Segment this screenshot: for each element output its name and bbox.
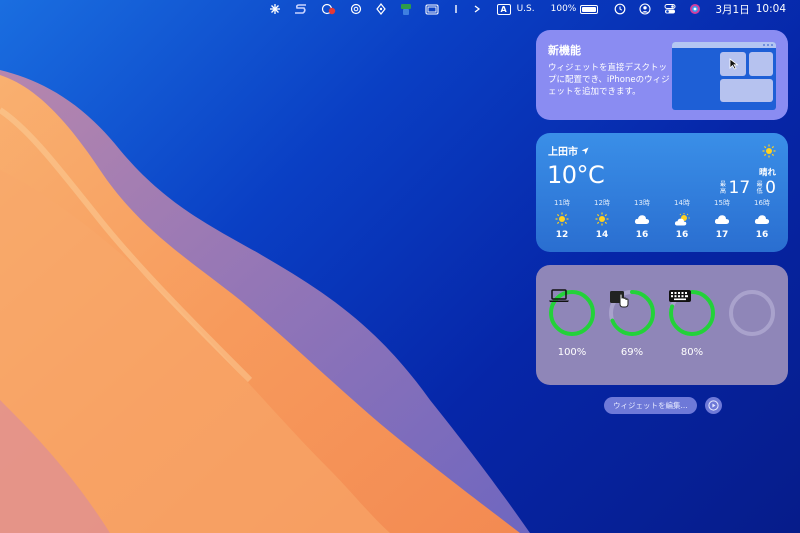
chevron-icon[interactable]	[473, 0, 481, 18]
weather-widget[interactable]: 上田市 10°C 晴れ 最高 17 最低 0 11時 12 12時 14 13時…	[536, 133, 788, 252]
battery-percent: 100%	[557, 347, 587, 358]
battery-item-empty	[728, 289, 776, 385]
s-icon[interactable]	[294, 0, 308, 18]
chatgpt-icon[interactable]	[350, 0, 362, 18]
high-temp: 17	[728, 178, 751, 198]
battery-percent: 80%	[680, 347, 704, 358]
low-label: 最低	[756, 181, 763, 195]
low-temp: 0	[765, 178, 776, 198]
hour-item: 12時 14	[586, 198, 618, 240]
hour-time: 13時	[634, 199, 650, 207]
edit-widgets-row: ウィジェットを編集...	[604, 397, 722, 414]
battery-percent[interactable]: 100%	[551, 0, 577, 18]
battery-ring	[668, 289, 716, 337]
new-features-widget[interactable]: 新機能 ウィジェットを直接デスクトップに配置でき、iPhoneのウィジェットを追…	[536, 30, 788, 120]
menu-bar: A U.S. 100% 3月1日 10:04	[0, 0, 800, 18]
hour-temp: 16	[675, 230, 689, 240]
cloud-icon	[746, 210, 778, 228]
battery-item-trackpad: 69%	[608, 289, 656, 385]
record-icon[interactable]	[321, 0, 337, 18]
hour-temp: 16	[755, 230, 769, 240]
window-icon[interactable]	[425, 0, 439, 18]
new-features-thumbnail	[672, 42, 776, 110]
menubar-time[interactable]: 10:04	[756, 0, 786, 18]
hour-temp: 16	[635, 230, 649, 240]
keyboard-icon	[668, 289, 716, 337]
input-source-badge[interactable]: A	[496, 0, 511, 18]
menubar-date[interactable]: 3月1日	[715, 0, 749, 18]
control-center-icon[interactable]	[664, 0, 676, 18]
battery-item-laptop: 100%	[548, 289, 596, 385]
fan-icon[interactable]	[269, 0, 281, 18]
sun-icon	[546, 210, 578, 228]
hour-item: 11時 12	[546, 198, 578, 240]
time-machine-icon[interactable]	[614, 0, 626, 18]
user-icon[interactable]	[639, 0, 651, 18]
batteries-widget[interactable]: 100% 69% 80%	[536, 265, 788, 385]
hour-time: 11時	[554, 199, 570, 207]
battery-icon[interactable]	[580, 0, 599, 18]
pointer-icon	[729, 58, 739, 70]
hour-temp: 12	[555, 230, 569, 240]
edit-widgets-button[interactable]: ウィジェットを編集...	[604, 397, 697, 414]
sun-icon	[586, 210, 618, 228]
hour-item: 16時 16	[746, 198, 778, 240]
hour-item: 15時 17	[706, 198, 738, 240]
location-arrow-icon	[581, 147, 589, 155]
weather-current-temp: 10°C	[547, 161, 605, 189]
high-label: 最高	[720, 181, 727, 195]
hour-item: 14時 16	[666, 198, 698, 240]
weather-condition: 晴れ	[758, 168, 776, 178]
hour-time: 15時	[714, 199, 730, 207]
laptop-icon	[548, 289, 596, 337]
weather-high-low: 最高 17 最低 0	[720, 178, 776, 198]
hour-temp: 14	[595, 230, 609, 240]
battery-percent: 69%	[620, 347, 644, 358]
hour-time: 16時	[754, 199, 770, 207]
battery-ring	[728, 289, 776, 337]
siri-icon[interactable]	[689, 0, 701, 18]
hour-item: 13時 16	[626, 198, 658, 240]
pen-icon[interactable]	[375, 0, 387, 18]
weather-summary: 晴れ 最高 17 最低 0	[720, 143, 776, 198]
battery-item-keyboard: 80%	[668, 289, 716, 385]
play-icon[interactable]	[704, 397, 722, 414]
new-features-description: ウィジェットを直接デスクトップに配置でき、iPhoneのウィジェットを追加できま…	[548, 63, 670, 97]
trackpad-icon	[608, 289, 656, 337]
cursor-icon[interactable]	[452, 0, 460, 18]
partly-cloudy-icon	[666, 210, 698, 228]
hour-temp: 17	[715, 230, 729, 240]
cloud-icon	[706, 210, 738, 228]
battery-ring	[548, 289, 596, 337]
battery-ring	[608, 289, 656, 337]
hourly-forecast: 11時 12 12時 14 13時 16 14時 16 15時 17 16時 1…	[536, 198, 788, 240]
sun-icon	[762, 144, 776, 158]
cloud-icon	[626, 210, 658, 228]
hour-time: 14時	[674, 199, 690, 207]
color-picker-icon[interactable]	[400, 0, 412, 18]
input-source-label[interactable]: U.S.	[517, 0, 535, 18]
hour-time: 12時	[594, 199, 610, 207]
